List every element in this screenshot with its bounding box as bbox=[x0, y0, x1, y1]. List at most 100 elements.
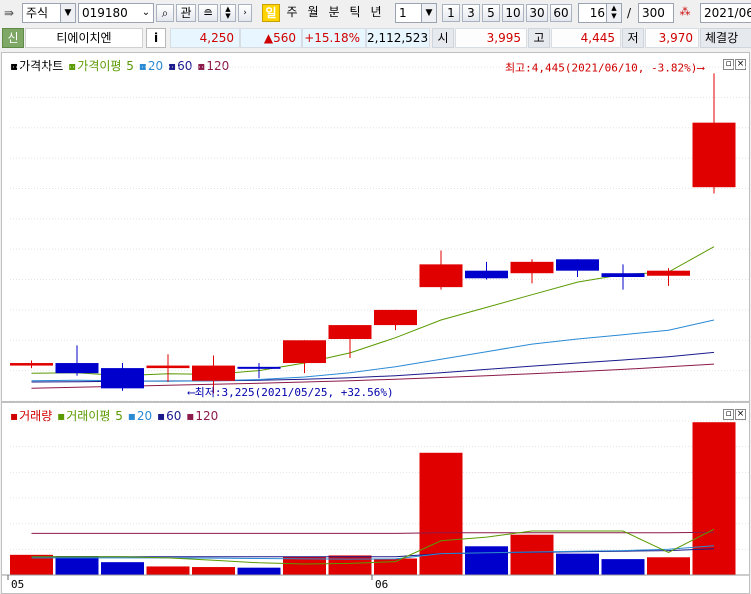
market-select[interactable]: 주식 ▼ bbox=[22, 3, 76, 23]
candle-body bbox=[328, 325, 372, 340]
period-daily-label: 일 bbox=[265, 6, 277, 20]
candle-body bbox=[55, 363, 99, 374]
low-label-text: 저 bbox=[627, 31, 639, 45]
interval-30-button[interactable]: 30 bbox=[526, 4, 548, 22]
volume-bar bbox=[374, 558, 417, 575]
count-input[interactable]: 300 bbox=[638, 3, 674, 23]
high-label-text: 고 bbox=[533, 31, 545, 45]
trade-strength-label: 체결강 bbox=[700, 28, 751, 48]
period-monthly-button[interactable]: 월 bbox=[304, 4, 322, 22]
period-weekly-label: 주 bbox=[286, 5, 298, 19]
down-arrow-icon: ▼ bbox=[225, 12, 231, 20]
chevron-down-icon: ▼ bbox=[421, 4, 436, 22]
change-percent: +15.18% bbox=[302, 28, 366, 48]
zoom-stepper[interactable]: 16 ▲ ▼ bbox=[578, 3, 622, 23]
current-price: 4,250 bbox=[170, 28, 240, 48]
candle-body bbox=[237, 366, 281, 369]
low-price: 3,970 bbox=[645, 28, 699, 48]
volume-bar bbox=[692, 422, 736, 575]
period-weekly-button[interactable]: 주 bbox=[283, 4, 301, 22]
info-button[interactable]: i bbox=[146, 28, 166, 48]
code-input-value: 019180 bbox=[82, 6, 128, 20]
interval-3-button[interactable]: 3 bbox=[462, 4, 480, 22]
low-label: 저 bbox=[622, 28, 644, 48]
volume-bar bbox=[601, 559, 645, 575]
candle-body bbox=[374, 309, 417, 326]
info-bar: 신 티에이치엔 i 4,250 ▲560 +15.18% 2,112,523 시… bbox=[0, 27, 751, 49]
search-icon: ⌕ bbox=[161, 6, 169, 20]
settings-button[interactable]: ⁂ bbox=[676, 4, 694, 22]
stock-name: 티에이치엔 bbox=[25, 28, 143, 48]
open-label: 시 bbox=[432, 28, 454, 48]
spin-arrows-icon: ▲ ▼ bbox=[606, 4, 621, 22]
open-label-text: 시 bbox=[437, 31, 449, 45]
volume-ma60-line bbox=[31, 548, 715, 558]
group-button[interactable]: ≘ bbox=[198, 4, 218, 22]
candle-body bbox=[419, 264, 463, 288]
interval-10-label: 10 bbox=[505, 6, 521, 20]
code-input[interactable]: 019180 ⌄ bbox=[78, 3, 154, 23]
chart-window: ⇛ 주식 ▼ 019180 ⌄ ⌕ 관 ≘ ▲ ▼ › 일 주 월 분 틱 년 … bbox=[0, 0, 751, 594]
period-yearly-button[interactable]: 년 bbox=[367, 4, 385, 22]
volume-bar bbox=[647, 557, 690, 575]
chevron-down-icon: ⌄ bbox=[141, 7, 151, 18]
search-button[interactable]: ⌕ bbox=[156, 4, 174, 22]
info-icon: i bbox=[153, 31, 159, 45]
period-minute-label: 분 bbox=[328, 5, 340, 19]
candle-body bbox=[101, 368, 144, 389]
stock-name-text: 티에이치엔 bbox=[56, 31, 112, 45]
watch-button[interactable]: 관 bbox=[176, 4, 196, 22]
interval-1-button[interactable]: 1 bbox=[442, 4, 460, 22]
period-daily-button[interactable]: 일 bbox=[262, 4, 280, 22]
credit-tag: 신 bbox=[2, 28, 24, 48]
date-input[interactable]: 2021/06/ bbox=[700, 3, 751, 23]
interval-60-button[interactable]: 60 bbox=[550, 4, 572, 22]
trade-volume: 2,112,523 bbox=[366, 28, 430, 48]
period-minute-button[interactable]: 분 bbox=[325, 4, 343, 22]
open-price: 3,995 bbox=[455, 28, 527, 48]
interval-3-label: 3 bbox=[467, 6, 475, 20]
price-pane: ▪가격차트 ▪가격이평 5 ▪20 ▪60 ▪120 ▫ × 최고:4,445(… bbox=[1, 52, 750, 402]
scroll-arrows-button[interactable]: › bbox=[238, 4, 252, 22]
period-tick-button[interactable]: 틱 bbox=[346, 4, 364, 22]
interval-10-button[interactable]: 10 bbox=[502, 4, 524, 22]
volume-bar bbox=[328, 555, 372, 575]
market-select-value: 주식 bbox=[26, 6, 49, 20]
trade-strength-text: 체결강 bbox=[705, 31, 739, 45]
chevron-right-icon: › bbox=[243, 8, 247, 18]
candle-body bbox=[146, 365, 190, 369]
interval-60-label: 60 bbox=[553, 6, 569, 20]
volume-bar bbox=[510, 534, 554, 575]
volume-bar bbox=[419, 452, 463, 575]
toolbar: ⇛ 주식 ▼ 019180 ⌄ ⌕ 관 ≘ ▲ ▼ › 일 주 월 분 틱 년 … bbox=[0, 0, 751, 28]
current-price-value: 4,250 bbox=[199, 31, 234, 45]
volume-bar bbox=[465, 546, 508, 575]
high-label: 고 bbox=[528, 28, 550, 48]
candle-body bbox=[601, 273, 645, 278]
volume-bar bbox=[556, 553, 599, 575]
interval-5-label: 5 bbox=[487, 6, 495, 20]
stock-stepper[interactable]: ▲ ▼ bbox=[220, 4, 236, 22]
settings-grid-icon: ⁂ bbox=[679, 5, 691, 18]
candle-body bbox=[465, 270, 508, 279]
count-separator: / bbox=[627, 6, 632, 20]
price-ma5-line bbox=[31, 246, 715, 377]
watch-button-label: 관 bbox=[180, 6, 192, 20]
link-arrow-icon[interactable]: ⇛ bbox=[4, 6, 14, 20]
low-price-value: 3,970 bbox=[658, 31, 693, 45]
period-tick-label: 틱 bbox=[349, 5, 361, 19]
candle-body bbox=[192, 365, 235, 381]
price-change-value: ▲560 bbox=[263, 31, 296, 45]
candle-body bbox=[510, 261, 554, 274]
trade-volume-value: 2,112,523 bbox=[367, 31, 429, 45]
chevron-down-icon: ▼ bbox=[60, 4, 75, 22]
unit-select-value: 1 bbox=[399, 6, 407, 20]
unit-select[interactable]: 1 ▼ bbox=[395, 3, 437, 23]
high-annotation: 최고:4,445(2021/06/10, -3.82%)⟶ bbox=[505, 61, 705, 74]
credit-tag-label: 신 bbox=[7, 31, 19, 45]
change-percent-value: +15.18% bbox=[304, 31, 360, 45]
stack-icon: ≘ bbox=[202, 6, 214, 20]
candle-body bbox=[10, 363, 53, 366]
interval-5-button[interactable]: 5 bbox=[482, 4, 500, 22]
volume-bar bbox=[101, 562, 144, 575]
